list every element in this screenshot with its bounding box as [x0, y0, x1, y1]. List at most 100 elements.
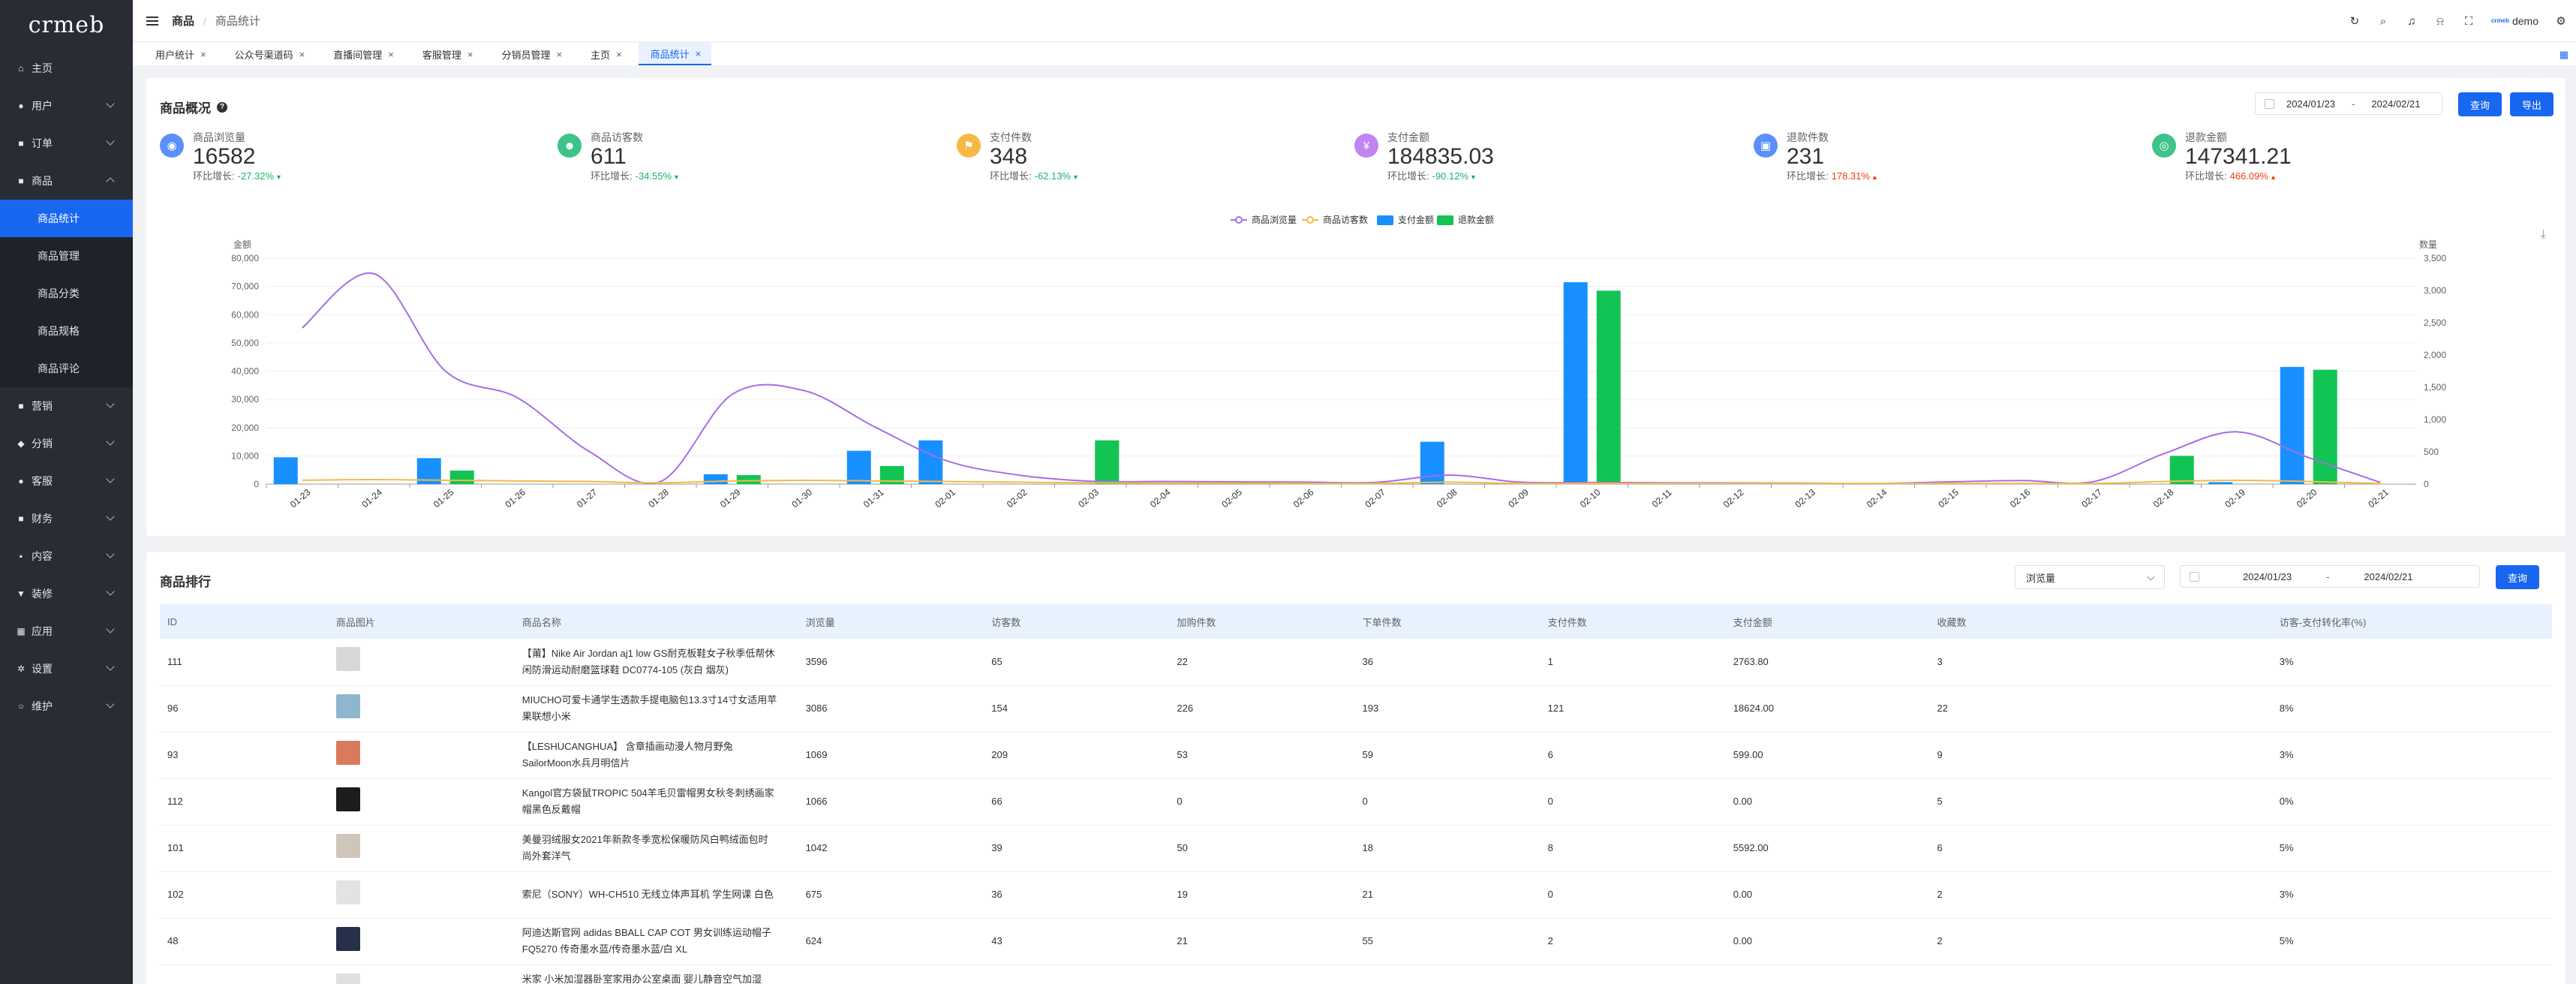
sidebar-item-2[interactable]: ■ 订单: [0, 125, 133, 162]
x-tick-label: 02-04: [1148, 487, 1173, 510]
sidebar-item-4[interactable]: ■ 营销: [0, 387, 133, 425]
submenu-item-2[interactable]: 商品分类: [0, 275, 133, 312]
search-icon[interactable]: ⌕: [2377, 15, 2389, 28]
tab-4[interactable]: 分销员管理 ×: [489, 43, 573, 65]
line-series-views[interactable]: [302, 272, 2381, 485]
tab-0[interactable]: 用户统计 ×: [143, 43, 217, 65]
table-row[interactable]: 93 【LESHUCANGHUA】 含章插画动漫人物月野兔SailorMoon水兵…: [160, 732, 2552, 779]
bar-pay-amount[interactable]: [1563, 281, 1588, 484]
kpi-value: 147341.21: [2185, 144, 2292, 169]
bar-pay-amount[interactable]: [846, 450, 871, 484]
bar-refund-amount[interactable]: [1596, 290, 1621, 484]
product-thumbnail[interactable]: [335, 926, 360, 951]
sidebar-item-0[interactable]: ⌂ 主页: [0, 50, 133, 87]
bar-pay-amount[interactable]: [703, 474, 728, 484]
kpi-value: 348: [990, 144, 1028, 169]
close-icon[interactable]: ×: [388, 49, 394, 60]
sidebar-item-7[interactable]: ■ 财务: [0, 500, 133, 537]
product-thumbnail[interactable]: [335, 880, 360, 904]
tab-2[interactable]: 直播间管理 ×: [321, 43, 404, 65]
fullscreen-icon[interactable]: ⛶: [2463, 15, 2475, 28]
bar-refund-amount[interactable]: [449, 470, 474, 484]
cell-cart: 53: [1169, 732, 1355, 779]
sidebar-item-12[interactable]: ○ 维护: [0, 688, 133, 725]
close-icon[interactable]: ×: [696, 48, 702, 59]
bar-refund-amount[interactable]: [1095, 440, 1120, 484]
sidebar-item-11[interactable]: ✲ 设置: [0, 650, 133, 688]
cell-paid: 1: [1540, 639, 1726, 686]
product-thumbnail[interactable]: [335, 787, 360, 811]
tab-6[interactable]: 商品统计 ×: [638, 43, 712, 65]
bell-icon[interactable]: ⍾: [2434, 15, 2446, 28]
product-thumbnail[interactable]: [335, 833, 360, 858]
close-icon[interactable]: ×: [200, 49, 206, 60]
bar-pay-amount[interactable]: [273, 457, 298, 484]
table-row[interactable]: 米家 小米加湿器卧室家用办公室桌面 婴儿静音空气加湿 UV-C杀菌: [160, 964, 2552, 984]
chevron-down-icon: [106, 512, 115, 521]
submenu-item-4[interactable]: 商品评论: [0, 350, 133, 387]
legend-label[interactable]: 商品浏览量: [1252, 214, 1297, 225]
sidebar-item-label: 装修: [32, 588, 53, 600]
close-icon[interactable]: ×: [467, 49, 473, 60]
sidebar-item-10[interactable]: ▦ 应用: [0, 612, 133, 650]
close-icon[interactable]: ×: [299, 49, 305, 60]
ranking-date-range[interactable]: 2024/01/23 - 2024/02/21: [2180, 565, 2480, 588]
breadcrumb-parent[interactable]: 商品: [172, 13, 194, 29]
ranking-query-button[interactable]: 查询: [2496, 565, 2539, 589]
table-row[interactable]: 48 阿迪达斯官网 adidas BBALL CAP COT 男女训练运动帽子FQ…: [160, 918, 2552, 965]
cell-conversion: 5%: [2271, 918, 2552, 965]
line-series-visitors[interactable]: [302, 478, 2381, 485]
product-thumbnail[interactable]: [335, 973, 360, 984]
sidebar-item-1[interactable]: ● 用户: [0, 87, 133, 125]
top-header: 商品 / 商品统计 ↻ ⌕ ♫ ⍾ ⛶ crmeb demo ⚙: [133, 0, 2576, 42]
gear-icon[interactable]: ⚙: [2555, 15, 2567, 28]
table-row[interactable]: 102 索尼（SONY）WH-CH510 无线立体声耳机 学生网课 白色 675 36…: [160, 871, 2552, 919]
product-thumbnail[interactable]: [335, 740, 360, 765]
export-button[interactable]: 导出: [2510, 92, 2553, 116]
sidebar-item-label: 客服: [32, 475, 53, 487]
bar-refund-amount[interactable]: [736, 474, 761, 484]
bar-pay-amount[interactable]: [2208, 482, 2233, 484]
y-left-tick-label: 70,000: [231, 281, 259, 292]
tab-1[interactable]: 公众号渠道码 ×: [223, 43, 316, 65]
overview-query-button[interactable]: 查询: [2458, 92, 2502, 116]
bar-refund-amount[interactable]: [2169, 456, 2194, 484]
table-row[interactable]: 101 美曼羽绒服女2021年新款冬季宽松保暖防风白鸭绒面包时尚外套洋气 1042 3…: [160, 825, 2552, 872]
tab-5[interactable]: 主页 ×: [579, 43, 633, 65]
y-left-tick-label: 40,000: [231, 366, 259, 377]
product-thumbnail[interactable]: [335, 694, 360, 718]
sidebar-item-3[interactable]: ■ 商品: [0, 162, 133, 200]
sidebar-item-8[interactable]: ▪ 内容: [0, 537, 133, 575]
close-icon[interactable]: ×: [616, 49, 622, 60]
tab-3[interactable]: 客服管理 ×: [410, 43, 484, 65]
table-row[interactable]: 96 MIUCHO可爱卡通学生透款手提电脑包13.3寸14寸女适用苹果联想小米 30…: [160, 685, 2552, 733]
cell-name: Kangol官方袋鼠TROPIC 504羊毛贝雷帽男女秋冬刺绣画家帽黑色反戴帽: [514, 778, 798, 826]
submenu-item-0[interactable]: 商品统计: [0, 200, 133, 237]
user-menu[interactable]: crmeb demo: [2491, 15, 2538, 27]
tabs-menu-icon[interactable]: ▦: [2559, 49, 2568, 61]
product-thumbnail[interactable]: [335, 647, 360, 672]
menu-toggle-icon[interactable]: [146, 16, 158, 26]
sidebar-item-5[interactable]: ◆ 分销: [0, 425, 133, 462]
refresh-icon[interactable]: ↻: [2349, 15, 2361, 28]
table-row[interactable]: 112 Kangol官方袋鼠TROPIC 504羊毛贝雷帽男女秋冬刺绣画家帽黑色反…: [160, 778, 2552, 826]
legend-label[interactable]: 支付金额: [1398, 214, 1434, 225]
table-row[interactable]: 111 【莆】Nike Air Jordan aj1 low GS耐克板鞋女子秋季…: [160, 639, 2552, 686]
cell-favorites: 5: [1929, 778, 2272, 826]
legend-label[interactable]: 退款金额: [1458, 214, 1494, 225]
bar-pay-amount[interactable]: [1420, 441, 1444, 484]
close-icon[interactable]: ×: [556, 49, 562, 60]
submenu-item-3[interactable]: 商品规格: [0, 312, 133, 350]
bar-pay-amount[interactable]: [2280, 366, 2304, 484]
submenu-item-1[interactable]: 商品管理: [0, 237, 133, 275]
help-icon[interactable]: ?: [217, 101, 227, 113]
sort-select[interactable]: 浏览量: [2015, 565, 2165, 589]
kpi-growth-label: 环比增长:: [591, 170, 633, 182]
bar-pay-amount[interactable]: [918, 440, 943, 484]
sidebar-item-9[interactable]: ▼ 装修: [0, 575, 133, 612]
notification-icon[interactable]: ♫: [2406, 15, 2418, 28]
sidebar-item-6[interactable]: ● 客服: [0, 462, 133, 500]
legend-label[interactable]: 商品访客数: [1323, 214, 1368, 225]
overview-date-range[interactable]: 2024/01/23 - 2024/02/21: [2255, 92, 2442, 115]
kpi-value: 231: [1787, 144, 1825, 169]
